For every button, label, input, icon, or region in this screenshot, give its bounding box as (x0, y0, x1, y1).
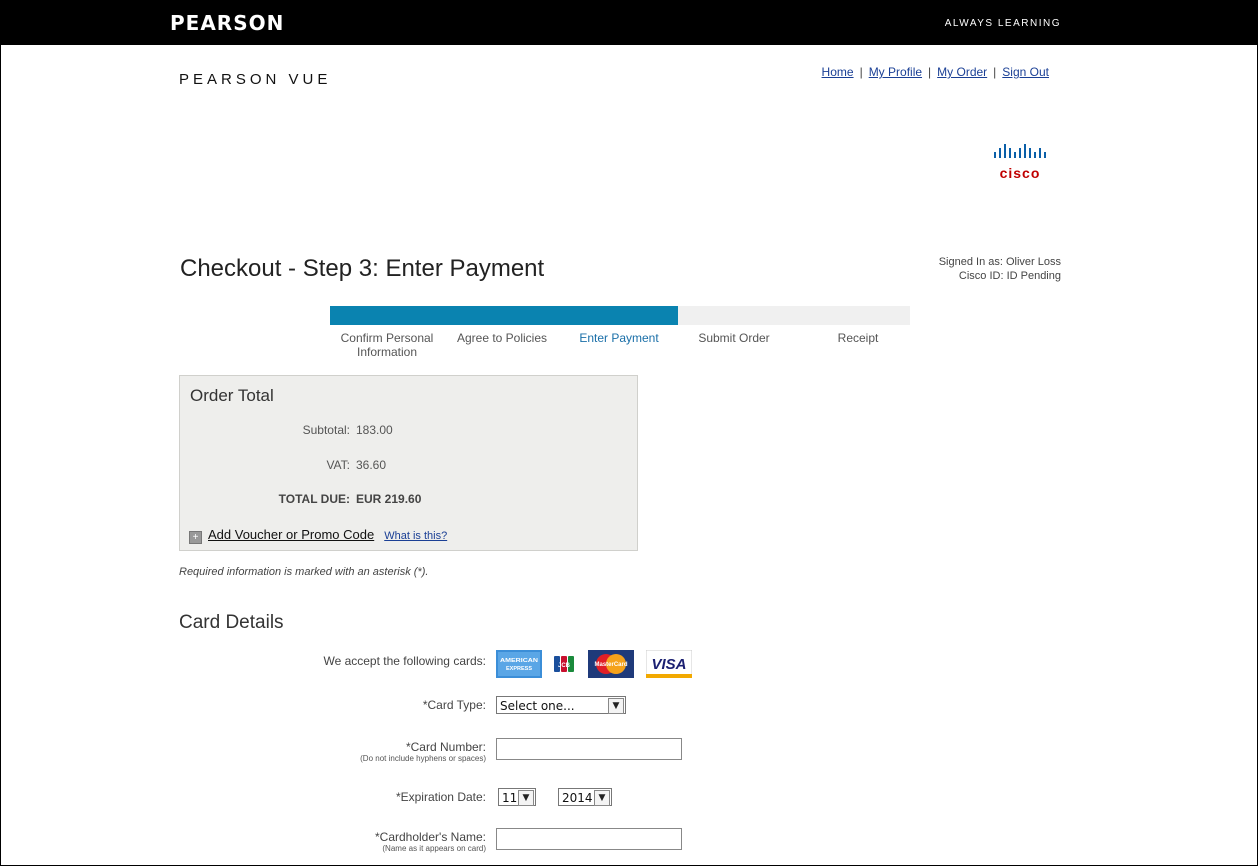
signed-in-user: Signed In as: Oliver Loss (938, 256, 1061, 268)
pearson-vue-logo: PEARSON VUE (179, 71, 332, 88)
card-number-field[interactable] (496, 738, 682, 760)
card-number-note: (Do not include hyphens or spaces) (360, 754, 486, 763)
add-voucher-link[interactable]: Add Voucher or Promo Code (208, 527, 374, 542)
voucher-row: + Add Voucher or Promo Code What is this? (189, 527, 447, 544)
required-note: Required information is marked with an a… (179, 566, 429, 578)
progress-fill (330, 306, 678, 325)
nav-sign-out-link[interactable]: Sign Out (1002, 65, 1049, 79)
visa-card-icon: VISA (646, 650, 692, 678)
exp-year-value: 2014 (562, 791, 593, 805)
subtotal-label: Subtotal: (302, 423, 350, 437)
total-due-value: EUR 219.60 (356, 492, 422, 506)
cardholder-name-note: (Name as it appears on card) (382, 844, 486, 853)
cisco-wordmark: cisco (999, 165, 1041, 181)
top-nav: Home | My Profile | My Order | Sign Out (821, 65, 1049, 79)
exp-month-select[interactable]: 11 ▼ (498, 788, 536, 806)
total-due-label: TOTAL DUE: (278, 492, 350, 506)
nav-home-link[interactable]: Home (822, 65, 854, 79)
nav-my-profile-link[interactable]: My Profile (869, 65, 922, 79)
step-agree-to-policies: Agree to Policies (456, 331, 548, 345)
card-number-label-group: *Card Number: (Do not include hyphens or… (360, 740, 486, 764)
step-confirm-personal-information: Confirm Personal Information (340, 331, 434, 359)
signed-in-info: Signed In as: Oliver Loss Cisco ID: ID P… (939, 255, 1061, 283)
page-title: Checkout - Step 3: Enter Payment (180, 255, 545, 282)
top-bar: PEARSON ALWAYS LEARNING (1, 1, 1257, 45)
card-details-title: Card Details (179, 612, 284, 633)
nav-my-order-link[interactable]: My Order (937, 65, 987, 79)
cardholder-name-label: *Cardholder's Name: (374, 830, 486, 844)
what-is-this-link[interactable]: What is this? (384, 530, 447, 542)
checkout-progress-bar (330, 306, 910, 325)
tagline: ALWAYS LEARNING (944, 18, 1061, 29)
vat-value: 36.60 (356, 458, 387, 472)
jcb-card-icon: JCB (554, 656, 574, 672)
visa-card-text: VISA (651, 656, 686, 673)
chevron-down-icon: ▼ (594, 790, 610, 806)
page-frame: PEARSON ALWAYS LEARNING PEARSON VUE Home… (0, 0, 1258, 866)
jcb-card-text: JCB (558, 663, 571, 669)
pearson-logo: PEARSON (170, 11, 285, 35)
amex-card-text-1: AMERICAN (500, 658, 538, 664)
card-type-label: *Card Type: (422, 698, 486, 712)
subtotal-value: 183.00 (356, 423, 393, 437)
expiration-date-label: *Expiration Date: (395, 790, 486, 804)
order-total-title: Order Total (190, 386, 274, 405)
cisco-logo: cisco (985, 141, 1055, 185)
mastercard-card-icon: MasterCard (588, 650, 634, 678)
expand-plus-icon[interactable]: + (189, 531, 202, 544)
cisco-id: Cisco ID: ID Pending (958, 270, 1061, 282)
accepted-cards-label: We accept the following cards: (323, 654, 486, 668)
exp-month-value: 11 (502, 791, 518, 805)
order-total-panel: Order Total Subtotal: 183.00 VAT: 36.60 … (179, 375, 638, 551)
mastercard-card-text: MasterCard (594, 662, 627, 668)
card-number-label: *Card Number: (405, 740, 486, 754)
amex-card-text-2: EXPRESS (506, 666, 532, 672)
exp-year-select[interactable]: 2014 ▼ (558, 788, 612, 806)
card-type-value: Select one... (500, 699, 575, 713)
step-enter-payment: Enter Payment (579, 331, 659, 345)
amex-card-icon: AMERICAN EXPRESS (496, 650, 542, 678)
step-submit-order: Submit Order (698, 331, 770, 345)
cardholder-name-field[interactable] (496, 828, 682, 850)
cisco-bars-icon (994, 144, 1046, 158)
vat-label: VAT: (326, 458, 350, 472)
chevron-down-icon: ▼ (518, 790, 534, 806)
card-type-select[interactable]: Select one... ▼ (496, 696, 626, 714)
step-receipt: Receipt (837, 331, 879, 345)
chevron-down-icon: ▼ (608, 698, 624, 714)
cardholder-label-group: *Cardholder's Name: (Name as it appears … (375, 830, 486, 854)
